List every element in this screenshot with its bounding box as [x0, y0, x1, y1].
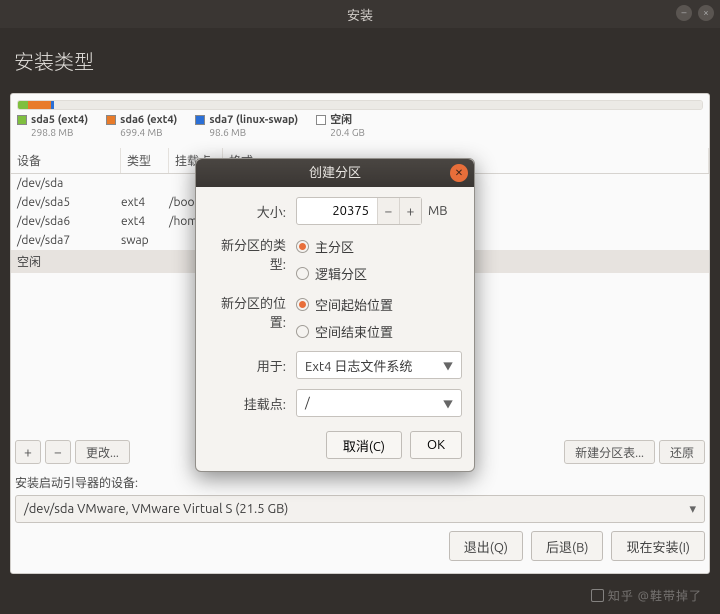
size-increment-button[interactable]: +: [399, 198, 421, 224]
filesystem-select[interactable]: Ext4 日志文件系统 ▼: [296, 351, 462, 379]
radio-off-icon: [296, 267, 309, 280]
back-button[interactable]: 后退(B): [531, 531, 603, 561]
size-unit: MB: [428, 204, 448, 218]
mount-point-label: 挂载点:: [208, 394, 296, 413]
legend-swatch: [195, 115, 205, 125]
col-device: 设备: [11, 148, 121, 173]
chevron-down-icon: ▼: [443, 358, 453, 373]
quit-button[interactable]: 退出(Q): [449, 531, 523, 561]
legend-item: sda7 (linux-swap)98.6 MB: [195, 114, 298, 140]
partition-location-label: 新分区的位置:: [208, 293, 296, 331]
size-input[interactable]: [297, 204, 377, 218]
mount-point-select[interactable]: / ▼: [296, 389, 462, 417]
page-title: 安装类型: [14, 46, 710, 75]
new-partition-table-button[interactable]: 新建分区表...: [564, 440, 655, 464]
radio-begin[interactable]: 空间起始位置: [296, 295, 393, 314]
bootloader-label: 安装启动引导器的设备:: [15, 474, 705, 491]
dialog-cancel-button[interactable]: 取消(C): [326, 431, 402, 459]
disk-legend: sda5 (ext4)298.8 MB sda6 (ext4)699.4 MB sd…: [17, 114, 703, 140]
add-partition-button[interactable]: +: [15, 440, 41, 464]
disk-segment: [18, 101, 28, 109]
zhihu-icon: [591, 589, 604, 602]
legend-swatch: [106, 115, 116, 125]
minimize-icon[interactable]: –: [676, 5, 692, 21]
chevron-down-icon: ▼: [443, 396, 453, 411]
legend-swatch: [17, 115, 27, 125]
size-spinbox[interactable]: − +: [296, 197, 422, 225]
legend-item: sda5 (ext4)298.8 MB: [17, 114, 88, 140]
watermark: 知乎 @鞋带掉了: [591, 587, 702, 604]
window-title: 安装: [347, 5, 373, 24]
revert-button[interactable]: 还原: [659, 440, 705, 464]
remove-partition-button[interactable]: −: [45, 440, 71, 464]
bootloader-device-select[interactable]: /dev/sda VMware, VMware Virtual S (21.5 …: [15, 495, 705, 523]
dialog-ok-button[interactable]: OK: [410, 431, 462, 459]
install-now-button[interactable]: 现在安装(I): [611, 531, 705, 561]
disk-segment: [54, 101, 702, 109]
radio-on-icon: [296, 298, 309, 311]
radio-on-icon: [296, 240, 309, 253]
bootloader-device-value: /dev/sda VMware, VMware Virtual S (21.5 …: [24, 502, 288, 516]
radio-logical[interactable]: 逻辑分区: [296, 264, 367, 283]
size-label: 大小:: [208, 202, 296, 221]
dialog-close-icon[interactable]: ✕: [450, 164, 468, 182]
disk-usage-bar: [17, 100, 703, 110]
radio-primary[interactable]: 主分区: [296, 237, 367, 256]
legend-item: sda6 (ext4)699.4 MB: [106, 114, 177, 140]
radio-end[interactable]: 空间结束位置: [296, 322, 393, 341]
dialog-title: 创建分区 ✕: [196, 159, 474, 187]
size-decrement-button[interactable]: −: [377, 198, 399, 224]
create-partition-dialog: 创建分区 ✕ 大小: − + MB 新分区的类型: 主分区 逻: [195, 158, 475, 472]
use-as-label: 用于:: [208, 356, 296, 375]
legend-item: 空闲20.4 GB: [316, 114, 365, 140]
window-titlebar: 安装 – ×: [0, 0, 720, 28]
chevron-down-icon: ▾: [689, 502, 696, 517]
col-type: 类型: [121, 148, 169, 173]
legend-swatch: [316, 115, 326, 125]
partition-type-label: 新分区的类型:: [208, 235, 296, 273]
disk-segment: [28, 101, 51, 109]
radio-off-icon: [296, 325, 309, 338]
change-partition-button[interactable]: 更改...: [75, 440, 130, 464]
close-icon[interactable]: ×: [698, 5, 714, 21]
